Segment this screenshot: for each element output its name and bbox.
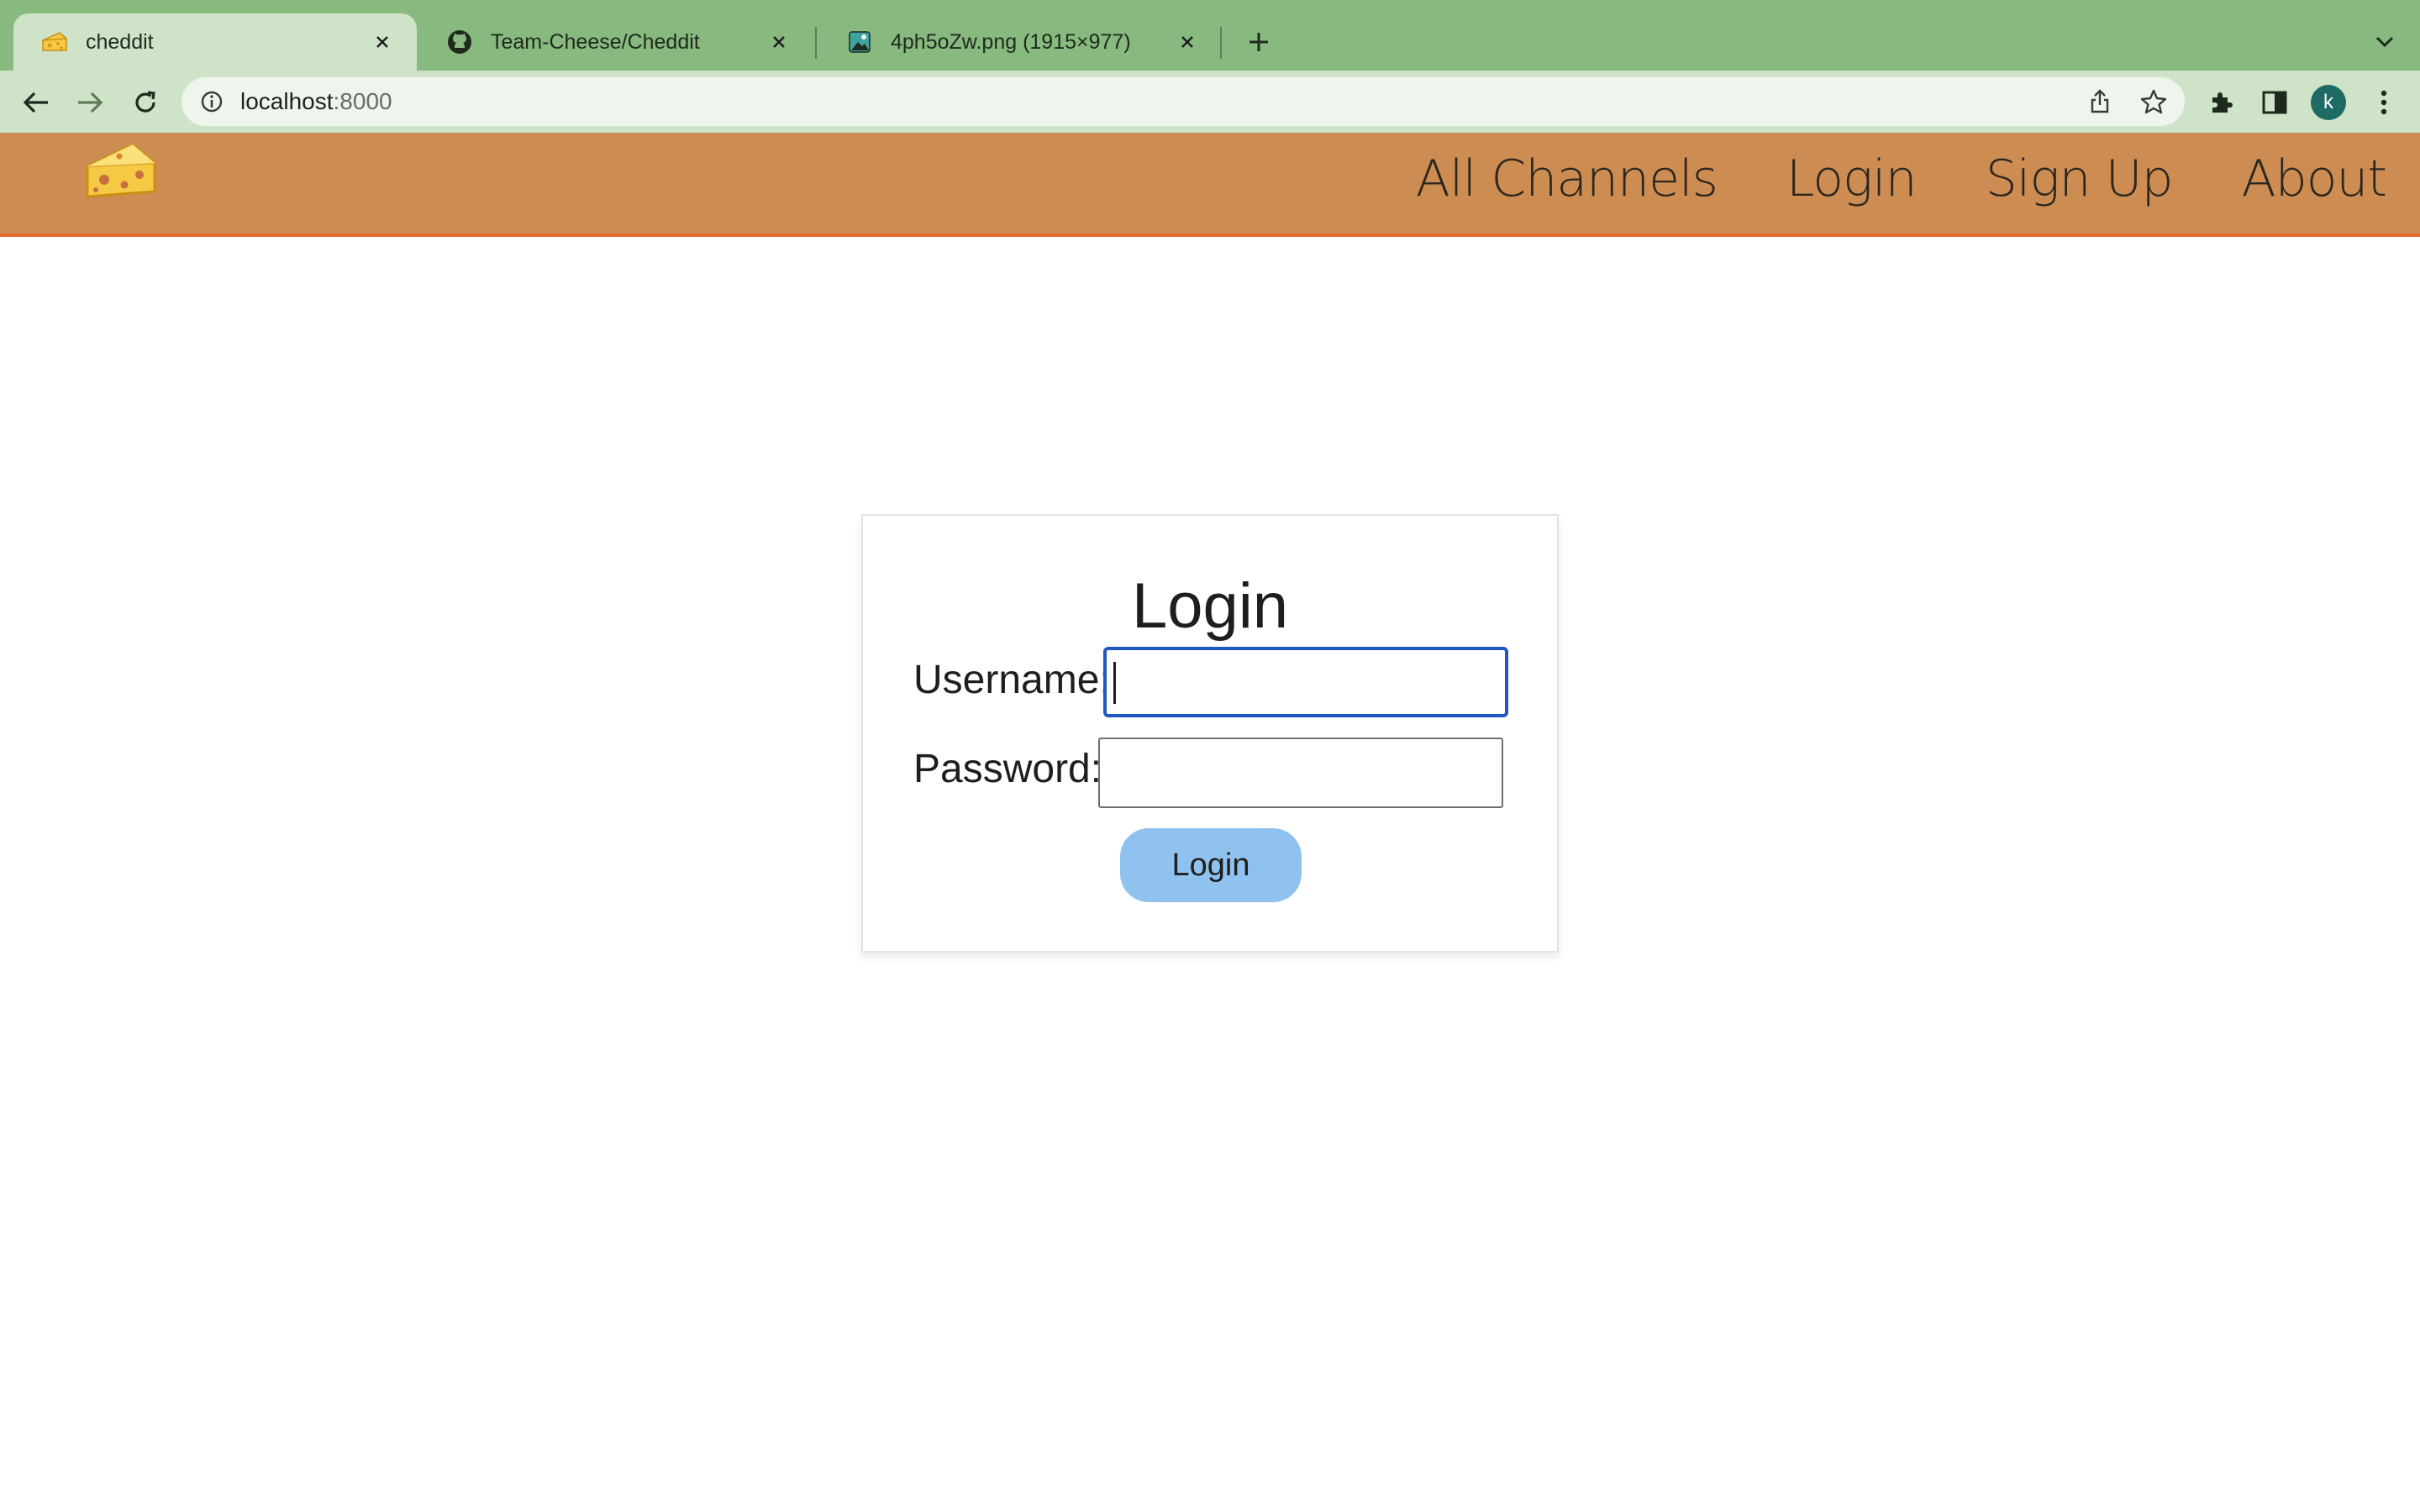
nav-all-channels[interactable]: All Channels xyxy=(1416,150,1718,208)
kebab-menu-icon xyxy=(2381,90,2387,115)
tab-title: 4ph5oZw.png (1915×977) xyxy=(891,29,1131,54)
back-button[interactable] xyxy=(18,85,54,120)
tab-title: cheddit xyxy=(86,29,154,54)
nav-about[interactable]: About xyxy=(2242,150,2387,208)
tab-title: Team-Cheese/Cheddit xyxy=(491,29,700,54)
reload-icon xyxy=(135,91,155,113)
info-icon[interactable] xyxy=(200,90,224,113)
cheese-icon xyxy=(40,28,69,56)
forward-button[interactable] xyxy=(72,85,108,120)
arrow-right-icon xyxy=(78,92,103,113)
tab-image[interactable]: 4ph5oZw.png (1915×977) xyxy=(818,13,1222,71)
username-label: Username: xyxy=(913,658,1111,702)
url-text: localhost:8000 xyxy=(240,88,392,114)
bookmark-star-icon[interactable] xyxy=(2138,86,2170,118)
nav-login[interactable]: Login xyxy=(1786,150,1918,208)
arrow-left-icon xyxy=(23,92,48,113)
chevron-down-icon[interactable] xyxy=(2368,25,2402,59)
browser-toolbar: localhost:8000 k xyxy=(0,71,2420,133)
puzzle-icon xyxy=(2212,92,2233,113)
tab-cheddit[interactable]: cheddit xyxy=(13,13,417,71)
side-panel-icon xyxy=(2262,91,2287,114)
tab-divider xyxy=(1220,27,1222,59)
address-bar[interactable]: localhost:8000 xyxy=(182,77,2185,126)
nav-sign-up[interactable]: Sign Up xyxy=(1986,150,2174,208)
browser-tabstrip: cheddit Team-Cheese/Cheddit 4ph5oZw.png … xyxy=(0,0,2420,71)
tab-github[interactable]: Team-Cheese/Cheddit xyxy=(418,13,813,71)
close-icon[interactable] xyxy=(1173,28,1202,56)
cheese-icon[interactable] xyxy=(82,136,158,212)
close-icon[interactable] xyxy=(765,28,793,56)
login-submit-button[interactable]: Login xyxy=(1120,828,1302,902)
password-label: Password: xyxy=(913,747,1102,791)
new-tab-button[interactable] xyxy=(1242,25,1276,59)
login-card: Login Username: Password: Login xyxy=(861,514,1559,953)
text-caret xyxy=(1113,662,1116,704)
reload-button[interactable] xyxy=(128,85,163,120)
image-icon xyxy=(845,28,874,56)
site-header: All Channels Login Sign Up About xyxy=(0,133,2420,237)
login-title: Login xyxy=(1132,570,1288,642)
main-nav: All Channels Login Sign Up About xyxy=(1347,133,2387,225)
share-icon[interactable] xyxy=(2084,86,2116,118)
github-icon xyxy=(445,28,474,56)
tab-divider xyxy=(815,27,817,59)
profile-avatar[interactable]: k xyxy=(2311,85,2346,120)
password-input[interactable] xyxy=(1098,738,1503,808)
username-input[interactable] xyxy=(1103,647,1508,717)
extensions-button[interactable] xyxy=(2203,85,2238,120)
menu-button[interactable] xyxy=(2366,85,2402,120)
side-panel-button[interactable] xyxy=(2257,85,2292,120)
close-icon[interactable] xyxy=(368,28,397,56)
